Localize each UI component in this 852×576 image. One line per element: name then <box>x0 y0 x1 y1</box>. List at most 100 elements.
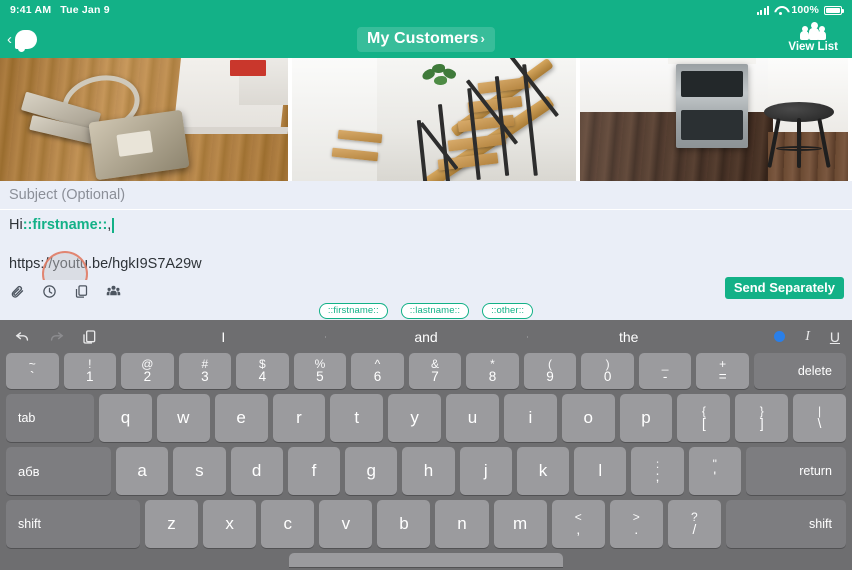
undo-arrow-icon[interactable] <box>14 328 31 345</box>
key-bottom-label: / <box>692 522 697 538</box>
schedule-clock-icon[interactable] <box>42 284 57 299</box>
paste-clipboard-icon[interactable] <box>82 328 98 346</box>
message-body-input[interactable]: Hi ::firstname::, https://youtu.be/hgkI9… <box>0 210 852 297</box>
key-top-label: > <box>632 509 640 524</box>
key-m[interactable]: m <box>493 500 547 548</box>
merge-chip-lastname[interactable]: ::lastname:: <box>400 302 470 320</box>
key-slash[interactable]: ? / <box>667 500 721 548</box>
key-p[interactable]: p <box>619 394 673 442</box>
compose-area: Subject (Optional) Hi ::firstname::, htt… <box>0 181 852 320</box>
key-d[interactable]: d <box>230 447 283 495</box>
templates-copy-icon[interactable] <box>74 284 89 299</box>
key-bracket-right[interactable]: }] <box>735 394 789 442</box>
key-x[interactable]: x <box>203 500 257 548</box>
body-greeting-comma: , <box>107 217 112 233</box>
key-tab[interactable]: tab <box>6 394 94 442</box>
subject-input[interactable]: Subject (Optional) <box>0 181 852 210</box>
key-q[interactable]: q <box>99 394 152 442</box>
merge-chip-other[interactable]: ::other:: <box>482 302 534 320</box>
key-equals[interactable]: + = <box>696 353 749 389</box>
compose-toolbar: Send Separately <box>0 277 852 302</box>
key-h[interactable]: h <box>402 447 455 495</box>
key-backtick[interactable]: ~ ` <box>6 353 59 389</box>
key-2[interactable]: @2 <box>121 353 174 389</box>
key-5[interactable]: % 5 <box>293 353 347 389</box>
key-bottom-label: 4 <box>258 369 267 385</box>
key-semicolon[interactable]: :; <box>631 447 684 495</box>
key-quote[interactable]: " ' <box>688 447 741 495</box>
key-backslash[interactable]: | \ <box>793 394 846 442</box>
key-comma[interactable]: <, <box>551 500 605 548</box>
key-v[interactable]: v <box>319 500 373 548</box>
key-i[interactable]: i <box>503 394 557 442</box>
house-keys-on-wood-floor-photo[interactable] <box>0 58 288 181</box>
key-shift-left[interactable]: shift <box>6 500 140 548</box>
key-f[interactable]: f <box>287 447 341 495</box>
key-r[interactable]: r <box>272 394 326 442</box>
view-list-button[interactable]: View List <box>788 22 852 53</box>
signal-icon <box>756 5 770 15</box>
key-s[interactable]: s <box>173 447 226 495</box>
key-j[interactable]: j <box>459 447 512 495</box>
group-people-icon <box>800 22 827 40</box>
key-top-label: # <box>201 356 209 371</box>
status-date: Tue Jan 9 <box>60 4 110 16</box>
key-3[interactable]: #3 <box>178 353 232 389</box>
app-root: 9:41 AM Tue Jan 9 100% ‹ My Customers › … <box>0 0 852 576</box>
key-bracket-left[interactable]: {[ <box>677 394 731 442</box>
key-top-label: & <box>430 356 439 371</box>
key-b[interactable]: b <box>377 500 431 548</box>
prediction-3[interactable]: the <box>527 329 730 345</box>
key-w[interactable]: w <box>156 394 210 442</box>
key-k[interactable]: k <box>516 447 570 495</box>
customer-list-selector[interactable]: My Customers › <box>357 26 495 52</box>
key-u[interactable]: u <box>446 394 499 442</box>
key-0[interactable]: ) 0 <box>581 353 634 389</box>
key-1[interactable]: ! 1 <box>63 353 117 389</box>
body-link-line: https://youtu.be/hgkI9S7A29w <box>9 256 202 272</box>
key-z[interactable]: z <box>145 500 199 548</box>
key-top-label: ( <box>548 356 553 371</box>
key-bottom-label: ` <box>30 369 35 385</box>
key-top-label: : <box>655 456 660 471</box>
key-9[interactable]: (9 <box>523 353 577 389</box>
key-shift-right[interactable]: shift <box>725 500 846 548</box>
key-t[interactable]: t <box>330 394 384 442</box>
key-language-switch[interactable]: абв <box>6 447 111 495</box>
key-hyphen[interactable]: _ - <box>638 353 692 389</box>
merge-chip-firstname[interactable]: ::firstname:: <box>318 302 388 320</box>
key-space[interactable] <box>289 553 563 567</box>
key-bottom-label: \ <box>817 416 822 432</box>
send-separately-button[interactable]: Send Separately <box>724 277 844 299</box>
modern-staircase-interior-photo[interactable] <box>288 58 576 181</box>
key-e[interactable]: e <box>214 394 268 442</box>
key-6[interactable]: ^ 6 <box>351 353 404 389</box>
key-n[interactable]: n <box>435 500 489 548</box>
prediction-1[interactable]: I <box>122 329 325 345</box>
key-return[interactable]: return <box>745 447 846 495</box>
kitchen-with-oven-and-stool-photo[interactable] <box>576 58 848 181</box>
key-7[interactable]: & 7 <box>408 353 462 389</box>
key-c[interactable]: c <box>261 500 315 548</box>
key-8[interactable]: * 8 <box>466 353 519 389</box>
recipients-group-icon[interactable] <box>106 284 121 299</box>
key-bottom-label: = <box>718 369 727 385</box>
back-button[interactable]: ‹ <box>0 29 37 52</box>
key-delete[interactable]: delete <box>753 353 846 389</box>
bold-button[interactable] <box>774 331 786 342</box>
redo-arrow-icon[interactable] <box>48 328 65 345</box>
key-l[interactable]: l <box>574 447 627 495</box>
prediction-2[interactable]: and <box>324 329 528 345</box>
underline-button[interactable]: U <box>830 329 840 345</box>
key-top-label: + <box>719 356 727 371</box>
key-g[interactable]: g <box>345 447 398 495</box>
key-y[interactable]: y <box>388 394 442 442</box>
status-bar-left: 9:41 AM Tue Jan 9 <box>10 4 110 16</box>
key-o[interactable]: o <box>561 394 615 442</box>
key-a[interactable]: a <box>116 447 169 495</box>
key-period[interactable]: >. <box>609 500 663 548</box>
key-4[interactable]: $4 <box>236 353 289 389</box>
italic-button[interactable]: I <box>805 329 810 345</box>
attachment-paperclip-icon[interactable] <box>10 284 25 299</box>
chevron-right-icon: › <box>480 31 485 46</box>
